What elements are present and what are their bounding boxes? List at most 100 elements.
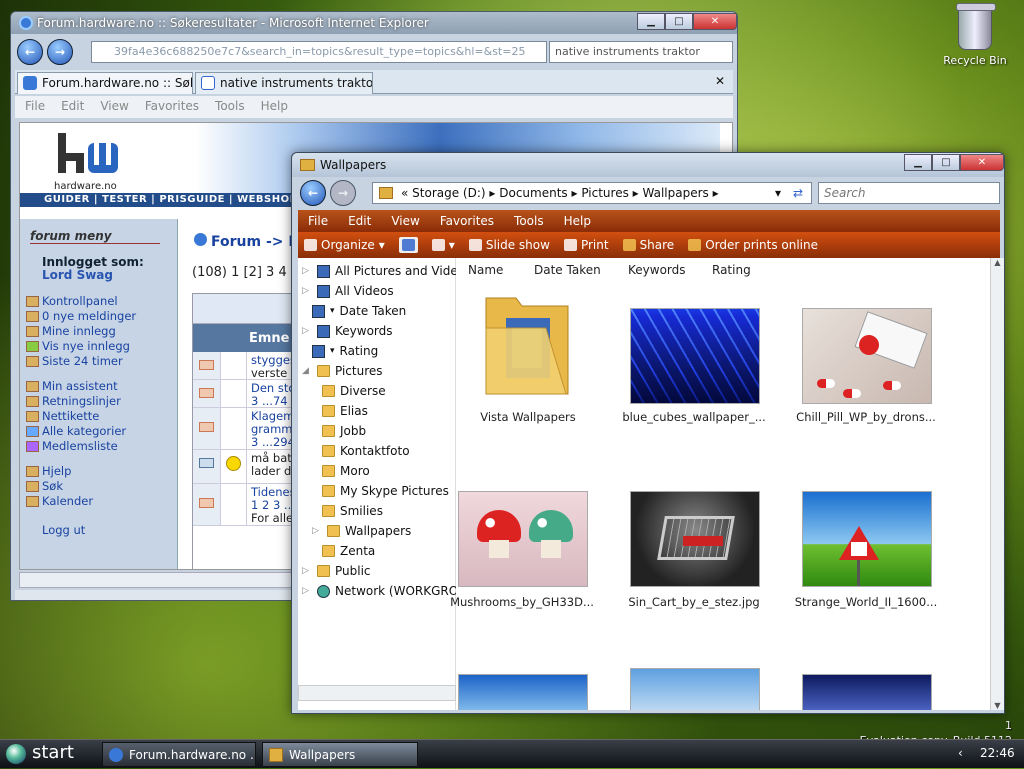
chill-pill-thumbnail[interactable] [802, 308, 932, 404]
menu-help[interactable]: Help [564, 214, 591, 228]
chevron-left-icon[interactable]: ‹ [958, 746, 963, 760]
column-date-taken[interactable]: Date Taken [534, 263, 628, 277]
menu-file[interactable]: File [25, 99, 45, 115]
tree-horizontal-scrollbar[interactable] [298, 685, 456, 701]
tree-item[interactable]: Moro [322, 464, 370, 478]
crumb-wallpapers[interactable]: Wallpapers [643, 186, 709, 200]
column-keywords[interactable]: Keywords [628, 263, 712, 277]
menu-tools[interactable]: Tools [514, 214, 544, 228]
taskbar-item-wallpapers[interactable]: Wallpapers [262, 742, 418, 767]
username-link[interactable]: Lord Swag [42, 268, 113, 282]
wallpaper-thumbnail[interactable] [630, 668, 760, 710]
tree-item[interactable]: Kontaktfoto [322, 444, 410, 458]
tree-item[interactable]: ◢ Pictures [302, 364, 383, 378]
menu-view[interactable]: View [391, 214, 419, 228]
organize-button[interactable]: Organize ▾ [304, 237, 385, 253]
close-button[interactable]: ✕ [960, 154, 1004, 171]
sidebar-link[interactable]: Hjelp [26, 464, 177, 479]
sidebar-link[interactable]: Min assistent [26, 379, 177, 394]
crumb-documents[interactable]: Documents [499, 186, 567, 200]
recycle-bin-icon[interactable]: Recycle Bin [940, 3, 1010, 67]
wallpaper-thumbnail[interactable] [458, 674, 588, 710]
minimize-button[interactable]: ▁ [637, 13, 665, 30]
crumb-storage[interactable]: Storage (D:) [412, 186, 485, 200]
back-button[interactable]: ← [300, 180, 326, 206]
sidebar-link[interactable]: Retningslinjer [26, 394, 177, 409]
sidebar-link[interactable]: 0 nye meldinger [26, 309, 177, 324]
menu-help[interactable]: Help [261, 99, 288, 115]
menu-edit[interactable]: Edit [61, 99, 84, 115]
search-input[interactable]: native instruments traktor [549, 41, 733, 63]
sidebar-link[interactable]: Søk [26, 479, 177, 494]
clock[interactable]: 22:46 [980, 746, 1015, 760]
tree-item[interactable]: ▷ All Videos [302, 284, 394, 298]
menu-favorites[interactable]: Favorites [145, 99, 199, 115]
tree-item[interactable]: ▷ All Pictures and Videos [302, 264, 471, 278]
sidebar-link[interactable]: Vis nye innlegg [26, 339, 177, 354]
forward-button[interactable]: → [47, 39, 73, 65]
ie-titlebar[interactable]: Forum.hardware.no :: Søkeresultater - Mi… [11, 12, 737, 34]
sidebar-link[interactable]: Medlemsliste [26, 439, 177, 454]
tab-google[interactable]: native instruments traktor - G [195, 72, 373, 94]
column-rating[interactable]: Rating [712, 263, 772, 277]
wallpaper-thumbnail[interactable] [802, 674, 932, 710]
taskbar-item-ie[interactable]: Forum.hardware.no ... [102, 742, 256, 767]
maximize-button[interactable]: □ [665, 13, 693, 30]
tree-item[interactable]: ▷ Public [302, 564, 371, 578]
taskbar: start Forum.hardware.no ... Wallpapers ‹… [0, 739, 1024, 768]
close-tab-icon[interactable]: ✕ [715, 74, 725, 88]
order-prints-button[interactable]: Order prints online [688, 237, 818, 253]
search-input[interactable]: Search [818, 182, 1000, 204]
tree-item[interactable]: ▷ Wallpapers [312, 524, 411, 538]
tree-item[interactable]: Zenta [322, 544, 375, 558]
tree-item[interactable]: ▾ Date Taken [312, 304, 406, 318]
tree-item[interactable]: ▾ Rating [312, 344, 378, 358]
menu-tools[interactable]: Tools [215, 99, 245, 115]
menu-file[interactable]: File [308, 214, 328, 228]
tree-item[interactable]: Jobb [322, 424, 366, 438]
column-name[interactable]: Name [468, 263, 534, 277]
tree-item[interactable]: Elias [322, 404, 368, 418]
network-icon [317, 584, 330, 598]
views-button[interactable] [398, 237, 418, 253]
address-breadcrumb[interactable]: « Storage (D:) ▸ Documents ▸ Pictures ▸ … [372, 182, 812, 204]
menu-view[interactable]: View [100, 99, 128, 115]
sidebar-link[interactable]: Alle kategorier [26, 424, 177, 439]
strange-world-thumbnail[interactable] [802, 491, 932, 587]
tree-item[interactable]: My Skype Pictures [322, 484, 449, 498]
share-button[interactable]: Share [622, 237, 674, 253]
help-icon [26, 466, 39, 477]
layout-button[interactable]: ▾ [431, 237, 455, 253]
tab-forum[interactable]: Forum.hardware.no :: Søker [17, 72, 193, 94]
blue-cubes-thumbnail[interactable] [630, 308, 760, 404]
tree-item[interactable]: Smilies [322, 504, 383, 518]
mushrooms-thumbnail[interactable] [458, 491, 588, 587]
slideshow-button[interactable]: Slide show [468, 237, 550, 253]
sin-cart-thumbnail[interactable] [630, 491, 760, 587]
chevron-down-icon[interactable]: ▾ [775, 186, 781, 200]
explorer-titlebar[interactable]: Wallpapers [292, 153, 1004, 177]
close-button[interactable]: ✕ [693, 13, 737, 30]
tree-item[interactable]: ▷ Keywords [302, 324, 393, 338]
minimize-button[interactable]: ▁ [904, 154, 932, 171]
menu-edit[interactable]: Edit [348, 214, 371, 228]
print-button[interactable]: Print [563, 237, 609, 253]
refresh-icon[interactable]: ⇄ [793, 186, 803, 200]
sidebar-link[interactable]: Mine innlegg [26, 324, 177, 339]
vista-wallpapers-folder-icon[interactable] [482, 288, 574, 398]
maximize-button[interactable]: □ [932, 154, 960, 171]
sidebar-link[interactable]: Kontrollpanel [26, 294, 177, 309]
menu-favorites[interactable]: Favorites [440, 214, 494, 228]
crumb-pictures[interactable]: Pictures [581, 186, 629, 200]
sidebar-link[interactable]: Kalender [26, 494, 177, 509]
start-button[interactable]: start [0, 740, 96, 769]
back-button[interactable]: ← [17, 39, 43, 65]
sidebar-link[interactable]: Siste 24 timer [26, 354, 177, 369]
pagination[interactable]: (108) 1 [2] 3 4 [192, 265, 287, 280]
tree-item[interactable]: Diverse [322, 384, 386, 398]
forward-button[interactable]: → [330, 180, 356, 206]
sidebar-link[interactable]: Nettikette [26, 409, 177, 424]
address-bar[interactable]: 39fa4e36c688250e7c7&search_in=topics&res… [91, 41, 547, 63]
logout-link[interactable]: Logg ut [42, 523, 177, 538]
vertical-scrollbar[interactable]: ▲ ▼ [990, 258, 1004, 710]
